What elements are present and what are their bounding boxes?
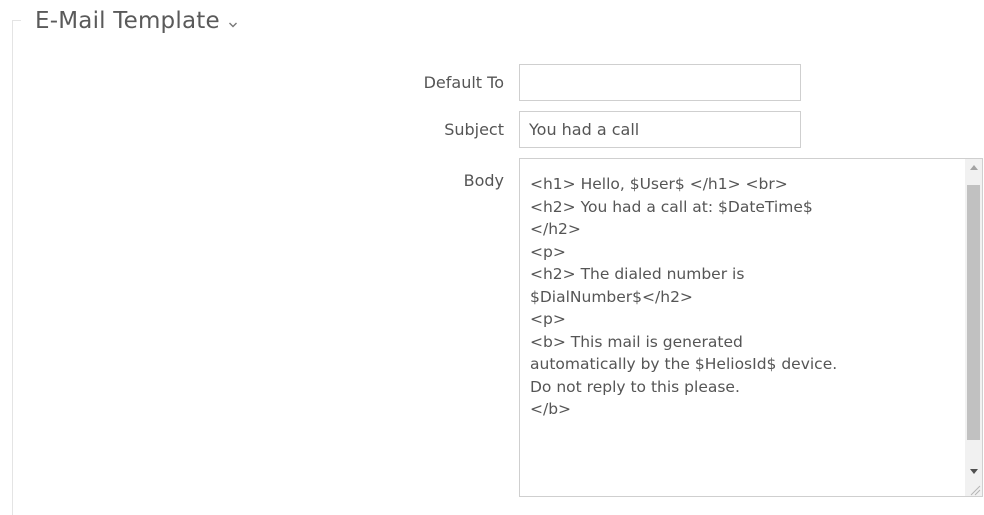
resize-grip-icon[interactable]: [967, 481, 981, 496]
scroll-thumb[interactable]: [967, 185, 980, 440]
default-to-label: Default To: [423, 73, 504, 92]
body-textarea[interactable]: <h1> Hello, $User$ </h1> <br> <h2> You h…: [519, 158, 983, 497]
subject-label: Subject: [444, 120, 504, 139]
body-scrollbar[interactable]: [965, 159, 982, 496]
section-title: E-Mail Template: [35, 8, 220, 34]
chevron-down-icon[interactable]: [228, 14, 238, 33]
scroll-down-arrow-icon[interactable]: [965, 463, 982, 480]
subject-input[interactable]: [519, 111, 801, 148]
body-textarea-content[interactable]: <h1> Hello, $User$ </h1> <br> <h2> You h…: [530, 173, 956, 421]
section-rail: [12, 20, 13, 515]
scroll-up-arrow-icon[interactable]: [965, 159, 982, 176]
default-to-input[interactable]: [519, 64, 801, 101]
section-rail-tick: [12, 20, 21, 21]
body-label: Body: [463, 171, 504, 190]
section-header-email-template[interactable]: E-Mail Template: [35, 8, 238, 34]
